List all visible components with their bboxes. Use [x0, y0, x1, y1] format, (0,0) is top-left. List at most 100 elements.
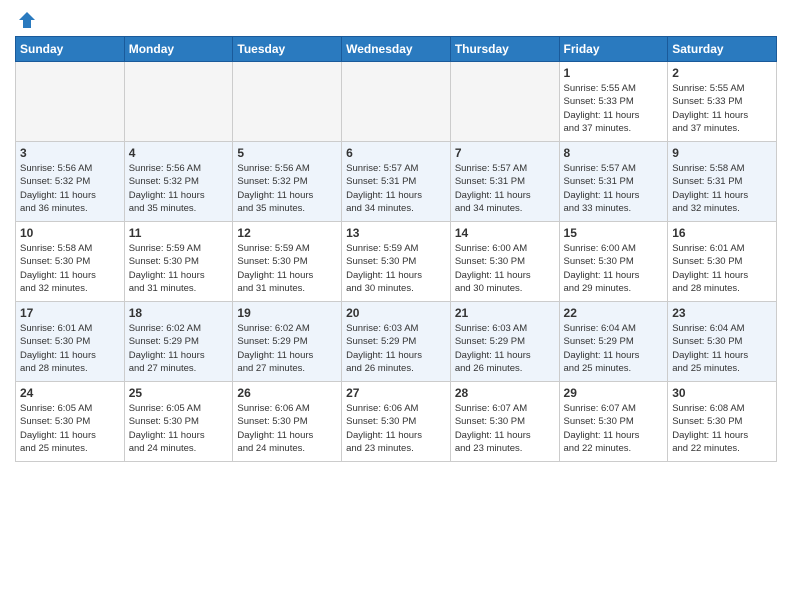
- day-number: 28: [455, 386, 555, 400]
- header-day-monday: Monday: [124, 37, 233, 62]
- day-number: 4: [129, 146, 229, 160]
- day-info: Sunrise: 6:07 AMSunset: 5:30 PMDaylight:…: [455, 402, 555, 455]
- calendar-cell: [342, 62, 451, 142]
- day-info: Sunrise: 5:59 AMSunset: 5:30 PMDaylight:…: [346, 242, 446, 295]
- day-info: Sunrise: 5:55 AMSunset: 5:33 PMDaylight:…: [564, 82, 664, 135]
- calendar-cell: 9 Sunrise: 5:58 AMSunset: 5:31 PMDaylight…: [668, 142, 777, 222]
- calendar-cell: 5 Sunrise: 5:56 AMSunset: 5:32 PMDaylight…: [233, 142, 342, 222]
- day-info: Sunrise: 5:59 AMSunset: 5:30 PMDaylight:…: [237, 242, 337, 295]
- day-number: 11: [129, 226, 229, 240]
- header-day-thursday: Thursday: [450, 37, 559, 62]
- day-info: Sunrise: 5:57 AMSunset: 5:31 PMDaylight:…: [455, 162, 555, 215]
- calendar-cell: 24Sunrise: 6:05 AMSunset: 5:30 PMDayligh…: [16, 382, 125, 462]
- calendar-cell: 16 Sunrise: 6:01 AMSunset: 5:30 PMDayligh…: [668, 222, 777, 302]
- calendar-cell: [450, 62, 559, 142]
- calendar-table: SundayMondayTuesdayWednesdayThursdayFrid…: [15, 36, 777, 462]
- header-day-saturday: Saturday: [668, 37, 777, 62]
- day-number: 2: [672, 66, 772, 80]
- day-number: 10: [20, 226, 120, 240]
- day-info: Sunrise: 6:02 AMSunset: 5:29 PMDaylight:…: [237, 322, 337, 375]
- calendar-cell: 15 Sunrise: 6:00 AMSunset: 5:30 PMDayligh…: [559, 222, 668, 302]
- calendar-cell: 11 Sunrise: 5:59 AMSunset: 5:30 PMDayligh…: [124, 222, 233, 302]
- day-info: Sunrise: 5:59 AMSunset: 5:30 PMDaylight:…: [129, 242, 229, 295]
- calendar-cell: 22 Sunrise: 6:04 AMSunset: 5:29 PMDayligh…: [559, 302, 668, 382]
- calendar-cell: 20 Sunrise: 6:03 AMSunset: 5:29 PMDayligh…: [342, 302, 451, 382]
- calendar-page: SundayMondayTuesdayWednesdayThursdayFrid…: [0, 0, 792, 612]
- calendar-header-row: SundayMondayTuesdayWednesdayThursdayFrid…: [16, 37, 777, 62]
- day-info: Sunrise: 6:05 AMSunset: 5:30 PMDaylight:…: [129, 402, 229, 455]
- day-info: Sunrise: 5:58 AMSunset: 5:30 PMDaylight:…: [20, 242, 120, 295]
- day-number: 8: [564, 146, 664, 160]
- calendar-cell: 27 Sunrise: 6:06 AMSunset: 5:30 PMDayligh…: [342, 382, 451, 462]
- calendar-week-2: 3 Sunrise: 5:56 AMSunset: 5:32 PMDaylight…: [16, 142, 777, 222]
- day-info: Sunrise: 5:56 AMSunset: 5:32 PMDaylight:…: [237, 162, 337, 215]
- calendar-cell: 2 Sunrise: 5:55 AMSunset: 5:33 PMDaylight…: [668, 62, 777, 142]
- day-number: 5: [237, 146, 337, 160]
- calendar-cell: 19 Sunrise: 6:02 AMSunset: 5:29 PMDayligh…: [233, 302, 342, 382]
- day-number: 15: [564, 226, 664, 240]
- day-info: Sunrise: 6:03 AMSunset: 5:29 PMDaylight:…: [346, 322, 446, 375]
- calendar-cell: 30Sunrise: 6:08 AMSunset: 5:30 PMDayligh…: [668, 382, 777, 462]
- calendar-week-3: 10 Sunrise: 5:58 AMSunset: 5:30 PMDayligh…: [16, 222, 777, 302]
- calendar-cell: 14 Sunrise: 6:00 AMSunset: 5:30 PMDayligh…: [450, 222, 559, 302]
- calendar-cell: 12 Sunrise: 5:59 AMSunset: 5:30 PMDayligh…: [233, 222, 342, 302]
- day-number: 16: [672, 226, 772, 240]
- day-info: Sunrise: 6:01 AMSunset: 5:30 PMDaylight:…: [20, 322, 120, 375]
- calendar-cell: [124, 62, 233, 142]
- day-number: 23: [672, 306, 772, 320]
- logo: [15, 10, 37, 30]
- header-day-sunday: Sunday: [16, 37, 125, 62]
- calendar-cell: 6 Sunrise: 5:57 AMSunset: 5:31 PMDaylight…: [342, 142, 451, 222]
- day-number: 12: [237, 226, 337, 240]
- day-number: 14: [455, 226, 555, 240]
- day-info: Sunrise: 5:56 AMSunset: 5:32 PMDaylight:…: [129, 162, 229, 215]
- day-number: 6: [346, 146, 446, 160]
- day-number: 19: [237, 306, 337, 320]
- day-info: Sunrise: 6:00 AMSunset: 5:30 PMDaylight:…: [564, 242, 664, 295]
- day-info: Sunrise: 6:06 AMSunset: 5:30 PMDaylight:…: [346, 402, 446, 455]
- logo-icon: [17, 10, 37, 30]
- day-info: Sunrise: 5:58 AMSunset: 5:31 PMDaylight:…: [672, 162, 772, 215]
- day-number: 17: [20, 306, 120, 320]
- header-day-wednesday: Wednesday: [342, 37, 451, 62]
- day-number: 1: [564, 66, 664, 80]
- day-info: Sunrise: 6:06 AMSunset: 5:30 PMDaylight:…: [237, 402, 337, 455]
- calendar-cell: [233, 62, 342, 142]
- calendar-cell: 3 Sunrise: 5:56 AMSunset: 5:32 PMDaylight…: [16, 142, 125, 222]
- day-info: Sunrise: 5:57 AMSunset: 5:31 PMDaylight:…: [564, 162, 664, 215]
- header-day-friday: Friday: [559, 37, 668, 62]
- header-day-tuesday: Tuesday: [233, 37, 342, 62]
- day-number: 13: [346, 226, 446, 240]
- calendar-cell: 1 Sunrise: 5:55 AMSunset: 5:33 PMDaylight…: [559, 62, 668, 142]
- calendar-cell: 7Sunrise: 5:57 AMSunset: 5:31 PMDaylight…: [450, 142, 559, 222]
- day-number: 27: [346, 386, 446, 400]
- day-number: 29: [564, 386, 664, 400]
- day-number: 26: [237, 386, 337, 400]
- day-number: 20: [346, 306, 446, 320]
- calendar-cell: 18Sunrise: 6:02 AMSunset: 5:29 PMDayligh…: [124, 302, 233, 382]
- day-number: 24: [20, 386, 120, 400]
- day-info: Sunrise: 5:56 AMSunset: 5:32 PMDaylight:…: [20, 162, 120, 215]
- calendar-cell: 23 Sunrise: 6:04 AMSunset: 5:30 PMDayligh…: [668, 302, 777, 382]
- day-info: Sunrise: 5:55 AMSunset: 5:33 PMDaylight:…: [672, 82, 772, 135]
- day-number: 18: [129, 306, 229, 320]
- day-info: Sunrise: 6:03 AMSunset: 5:29 PMDaylight:…: [455, 322, 555, 375]
- calendar-cell: [16, 62, 125, 142]
- calendar-week-1: 1 Sunrise: 5:55 AMSunset: 5:33 PMDaylight…: [16, 62, 777, 142]
- calendar-cell: 28 Sunrise: 6:07 AMSunset: 5:30 PMDayligh…: [450, 382, 559, 462]
- day-number: 30: [672, 386, 772, 400]
- day-number: 9: [672, 146, 772, 160]
- day-info: Sunrise: 6:00 AMSunset: 5:30 PMDaylight:…: [455, 242, 555, 295]
- calendar-cell: 21Sunrise: 6:03 AMSunset: 5:29 PMDayligh…: [450, 302, 559, 382]
- day-number: 25: [129, 386, 229, 400]
- header: [15, 10, 777, 30]
- day-info: Sunrise: 6:01 AMSunset: 5:30 PMDaylight:…: [672, 242, 772, 295]
- day-info: Sunrise: 6:04 AMSunset: 5:29 PMDaylight:…: [564, 322, 664, 375]
- day-number: 22: [564, 306, 664, 320]
- day-info: Sunrise: 6:07 AMSunset: 5:30 PMDaylight:…: [564, 402, 664, 455]
- day-info: Sunrise: 6:04 AMSunset: 5:30 PMDaylight:…: [672, 322, 772, 375]
- day-number: 3: [20, 146, 120, 160]
- calendar-week-5: 24 Sunrise: 6:05 AMSunset: 5:30 PMDayligh…: [16, 382, 777, 462]
- day-info: Sunrise: 5:57 AMSunset: 5:31 PMDaylight:…: [346, 162, 446, 215]
- calendar-cell: 10 Sunrise: 5:58 AMSunset: 5:30 PMDayligh…: [16, 222, 125, 302]
